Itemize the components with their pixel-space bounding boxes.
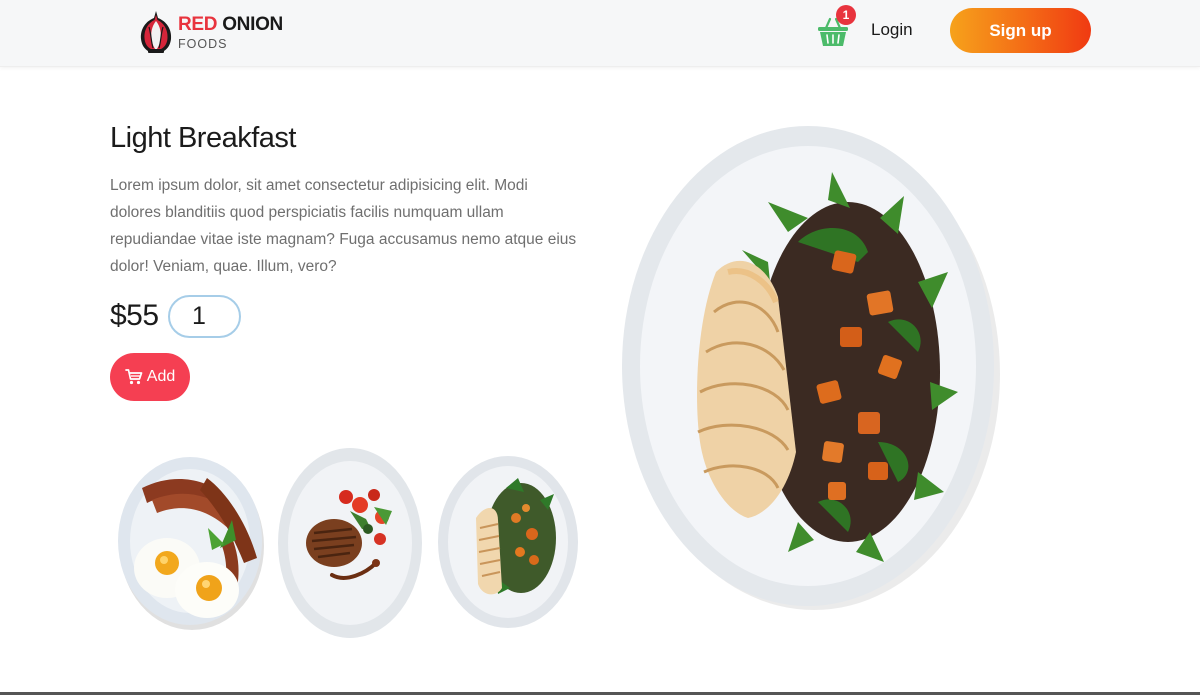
chicken-salad-plate-image	[438, 456, 578, 628]
product-price: $55	[110, 299, 159, 332]
red-onion-icon	[140, 11, 172, 53]
thumbnail-steak[interactable]	[276, 445, 424, 640]
logo-word-onion: ONION	[222, 14, 283, 36]
logo-subtitle: FOODS	[178, 37, 228, 52]
quantity-input[interactable]	[168, 295, 241, 338]
cart-icon	[124, 369, 143, 385]
top-navbar: RED ONION FOODS 1 Login Sign up	[0, 0, 1200, 67]
steak-plate-image	[278, 448, 422, 638]
chicken-quinoa-salad-image	[622, 126, 1000, 610]
product-title: Light Breakfast	[110, 122, 296, 154]
signup-button[interactable]: Sign up	[950, 8, 1091, 53]
thumbnail-chicken-salad[interactable]	[436, 448, 579, 630]
logo-word-red: RED	[178, 14, 218, 36]
add-button-label: Add	[146, 368, 176, 385]
add-to-cart-button[interactable]: Add	[110, 353, 190, 401]
hero-food-image	[618, 122, 1000, 612]
brand-logo[interactable]: RED ONION FOODS	[138, 8, 288, 56]
eggs-bacon-plate-image	[118, 457, 264, 630]
login-link[interactable]: Login	[871, 20, 913, 40]
thumbnail-eggs-bacon[interactable]	[112, 448, 267, 633]
logo-text: RED ONION FOODS	[178, 13, 283, 51]
product-description: Lorem ipsum dolor, sit amet consectetur …	[110, 177, 577, 275]
cart-count-badge: 1	[836, 5, 856, 25]
